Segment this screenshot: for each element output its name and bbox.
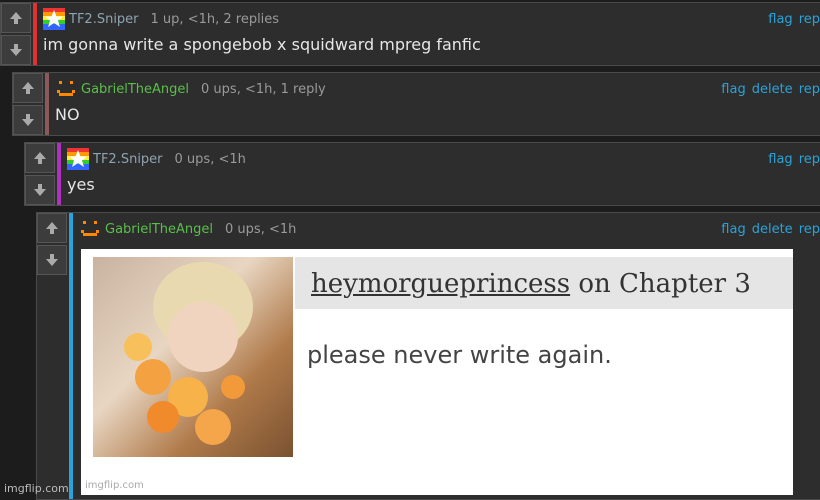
vote-column [25,143,55,205]
comment-accent-bar [45,73,49,135]
flag-link[interactable]: flag [721,222,745,237]
rainbow-star-avatar[interactable] [67,148,89,170]
delete-link[interactable]: delete [752,222,793,237]
downvote-button[interactable] [1,35,31,65]
upvote-button[interactable] [25,143,55,173]
comment-header: GabrielTheAngel 0 ups, <1h, 1 reply flag… [55,79,820,99]
arrow-down-icon [10,44,22,56]
flag-link[interactable]: flag [721,82,745,97]
comment-4: GabrielTheAngel 0 ups, <1h flag delete r… [36,212,820,500]
comment-3: TF2.Sniper 0 ups, <1h flag rep yes [24,142,820,206]
vote-column [1,3,31,65]
comment-text: NO [55,105,80,124]
upvote-button[interactable] [1,3,31,33]
comment-meta: 1 up, <1h, 2 replies [150,11,280,27]
arrow-up-icon [46,222,58,234]
username[interactable]: GabrielTheAngel [81,82,189,97]
vote-column [13,73,43,135]
arrow-down-icon [46,254,58,266]
comment-accent-bar [69,213,73,499]
image-watermark: imgflip.com [85,480,144,491]
reply-link[interactable]: rep [799,152,820,167]
username[interactable]: GabrielTheAngel [105,222,213,237]
arrow-down-icon [22,114,34,126]
comment-2: GabrielTheAngel 0 ups, <1h, 1 reply flag… [12,72,820,136]
downvote-button[interactable] [13,105,43,135]
comment-accent-bar [57,143,61,205]
vote-column [37,213,67,275]
reply-image[interactable]: heymorgueprincess on Chapter 3 please ne… [81,249,793,495]
image-title: heymorgueprincess on Chapter 3 [311,269,751,299]
comment-meta: 0 ups, <1h, 1 reply [201,81,326,97]
comment-accent-bar [33,3,37,65]
arrow-up-icon [22,82,34,94]
image-title-suffix: on Chapter 3 [570,269,751,299]
username[interactable]: TF2.Sniper [93,152,163,167]
reply-link[interactable]: rep [799,222,820,237]
comment-meta: 0 ups, <1h [174,151,246,167]
page-watermark: imgflip.com [4,482,69,495]
comment-1: TF2.Sniper 1 up, <1h, 2 replies flag rep… [0,2,820,66]
delete-link[interactable]: delete [752,82,793,97]
reply-link[interactable]: rep [799,82,820,97]
flag-link[interactable]: flag [768,152,792,167]
image-commenter-name: heymorgueprincess [311,269,571,299]
comment-header: TF2.Sniper 1 up, <1h, 2 replies flag rep [43,8,820,30]
image-quote-text: please never write again. [307,341,612,369]
comment-text: im gonna write a spongebob x squidward m… [43,35,481,54]
comment-header: TF2.Sniper 0 ups, <1h flag rep [67,148,820,170]
reply-link[interactable]: rep [799,12,820,27]
rainbow-star-avatar[interactable] [43,8,65,30]
comment-header: GabrielTheAngel 0 ups, <1h flag delete r… [79,219,820,239]
arrow-up-icon [10,12,22,24]
flag-link[interactable]: flag [768,12,792,27]
downvote-button[interactable] [25,175,55,205]
comment-actions: flag rep [768,12,820,27]
comment-meta: 0 ups, <1h [225,221,297,237]
smiley-avatar[interactable] [55,78,77,100]
username[interactable]: TF2.Sniper [69,12,139,27]
arrow-up-icon [34,152,46,164]
upvote-button[interactable] [37,213,67,243]
comment-actions: flag rep [768,152,820,167]
comment-actions: flag delete rep [721,222,820,237]
upvote-button[interactable] [13,73,43,103]
smiley-avatar[interactable] [79,218,101,240]
arrow-down-icon [34,184,46,196]
downvote-button[interactable] [37,245,67,275]
comment-text: yes [67,175,95,194]
comment-actions: flag delete rep [721,82,820,97]
flower-bouquet-photo [93,257,293,457]
